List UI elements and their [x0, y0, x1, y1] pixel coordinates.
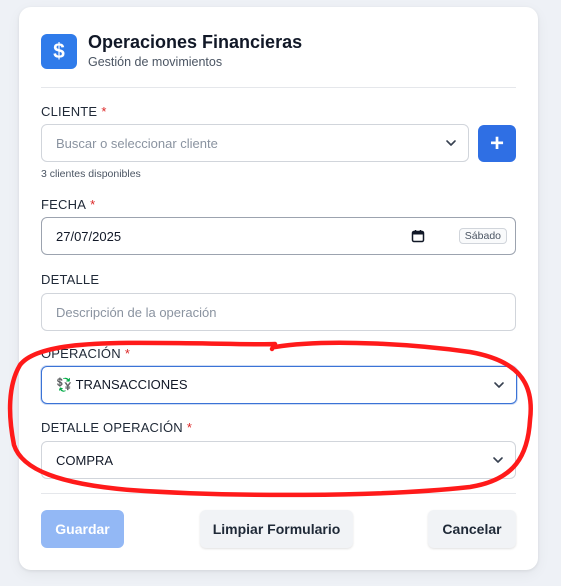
page-subtitle: Gestión de movimientos	[88, 55, 223, 69]
operacion-label: OPERACIÓN *	[41, 346, 130, 361]
header-divider	[41, 87, 516, 88]
cliente-label-text: CLIENTE	[41, 104, 98, 119]
chevron-down-icon	[494, 382, 504, 388]
fecha-value: 27/07/2025	[56, 228, 122, 244]
fecha-label: FECHA *	[41, 197, 95, 212]
save-button[interactable]: Guardar	[41, 510, 124, 548]
form-card: $ Operaciones Financieras Gestión de mov…	[19, 7, 538, 570]
detalle-operacion-label-text: DETALLE OPERACIÓN	[41, 420, 183, 435]
required-mark: *	[186, 420, 193, 435]
calendar-icon[interactable]	[411, 229, 425, 243]
dollar-glyph: $	[53, 39, 65, 63]
required-mark: *	[101, 104, 107, 119]
cliente-placeholder: Buscar o seleccionar cliente	[56, 135, 218, 151]
plus-icon: +	[489, 129, 504, 157]
operacion-value: 💱 TRANSACCIONES	[56, 377, 188, 392]
fecha-input[interactable]: 27/07/2025 Sábado	[41, 217, 516, 255]
required-mark: *	[90, 197, 96, 212]
operacion-label-text: OPERACIÓN	[41, 346, 121, 361]
page-title: Operaciones Financieras	[88, 32, 303, 52]
clear-form-button[interactable]: Limpiar Formulario	[200, 510, 353, 548]
operacion-select[interactable]: 💱 TRANSACCIONES	[41, 366, 517, 404]
cliente-select[interactable]: Buscar o seleccionar cliente	[41, 124, 469, 162]
detalle-placeholder: Descripción de la operación	[56, 304, 217, 320]
cliente-count-hint: 3 clientes disponibles	[41, 168, 141, 180]
chevron-down-icon	[446, 140, 456, 146]
detalle-input[interactable]: Descripción de la operación	[41, 293, 516, 331]
day-of-week-badge: Sábado	[458, 228, 507, 244]
detalle-operacion-value: COMPRA	[56, 452, 114, 468]
detalle-operacion-label: DETALLE OPERACIÓN *	[41, 420, 192, 435]
actions-divider	[41, 493, 516, 494]
detalle-operacion-select[interactable]: COMPRA	[41, 441, 516, 479]
cliente-label: CLIENTE *	[41, 104, 107, 119]
cancel-button[interactable]: Cancelar	[428, 510, 516, 548]
detalle-label: DETALLE	[41, 272, 100, 287]
chevron-down-icon	[493, 457, 503, 463]
fecha-label-text: FECHA	[41, 197, 87, 212]
dollar-icon: $	[41, 34, 77, 69]
add-cliente-button[interactable]: +	[478, 125, 516, 162]
required-mark: *	[124, 346, 131, 361]
